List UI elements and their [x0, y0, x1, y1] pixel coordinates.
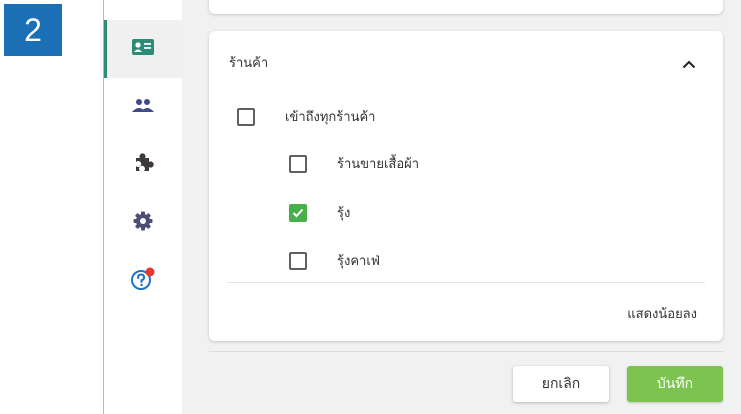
store-label: รุ้ง	[337, 206, 351, 221]
puzzle-icon	[132, 152, 154, 178]
sidebar-rail	[104, 0, 182, 414]
checkmark-icon	[292, 203, 304, 222]
people-icon	[131, 97, 155, 117]
cancel-button[interactable]: ยกเลิก	[513, 366, 609, 402]
store-option[interactable]: ร้านขายเสื้อผ้า	[289, 153, 419, 174]
chevron-up-icon	[682, 54, 696, 73]
contact-card-icon	[131, 38, 155, 60]
store-checkbox[interactable]	[289, 154, 307, 173]
store-label: ร้านขายเสื้อผ้า	[337, 157, 420, 172]
store-checkbox[interactable]	[289, 203, 307, 222]
sidebar-item-people[interactable]	[104, 78, 182, 136]
previous-card	[209, 0, 723, 14]
help-icon	[130, 267, 156, 295]
sidebar-item-help[interactable]	[104, 252, 182, 310]
sidebar-item-contact[interactable]	[104, 20, 182, 78]
sidebar-item-settings[interactable]	[104, 194, 182, 252]
app-frame: ร้านค้า เข้าถึงทุกร้านค้า ร้านขายเสื้อผ้…	[103, 0, 741, 414]
stores-section-title: ร้านค้า	[229, 56, 269, 71]
all-stores-checkbox[interactable]	[237, 107, 255, 126]
footer-divider	[209, 351, 723, 352]
all-stores-label: เข้าถึงทุกร้านค้า	[285, 110, 376, 125]
sidebar-item-extensions[interactable]	[104, 136, 182, 194]
step-number-badge: 2	[4, 4, 62, 56]
main-content: ร้านค้า เข้าถึงทุกร้านค้า ร้านขายเสื้อผ้…	[182, 0, 741, 414]
store-option[interactable]: รุ้ง	[289, 202, 350, 223]
store-option[interactable]: รุ้งคาเฟ่	[289, 250, 380, 271]
gear-icon	[133, 211, 153, 235]
store-label: รุ้งคาเฟ่	[337, 254, 380, 269]
stores-card: ร้านค้า เข้าถึงทุกร้านค้า ร้านขายเสื้อผ้…	[209, 31, 723, 341]
divider	[227, 282, 705, 283]
save-button[interactable]: บันทึก	[627, 366, 723, 402]
collapse-button[interactable]	[677, 51, 701, 75]
show-less-link[interactable]: แสดงน้อยลง	[627, 303, 697, 324]
store-checkbox[interactable]	[289, 251, 307, 270]
all-stores-option[interactable]: เข้าถึงทุกร้านค้า	[237, 106, 375, 127]
